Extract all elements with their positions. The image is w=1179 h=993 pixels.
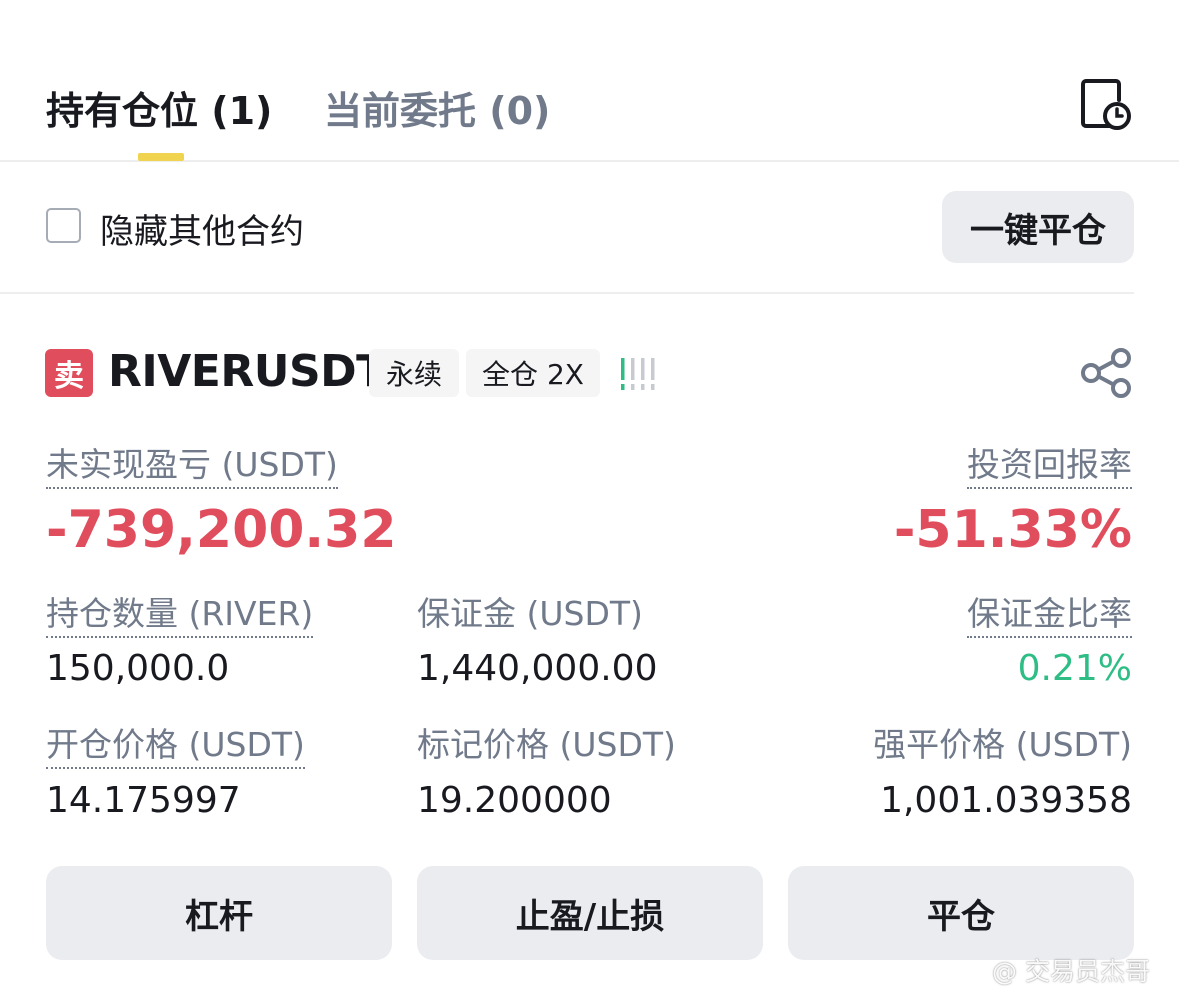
unrealized-pnl-value: -739,200.32 [46,500,397,560]
contract-symbol[interactable]: RIVERUSDT [108,346,386,397]
tab-positions[interactable]: 持有仓位 (1) [46,80,272,135]
position-size-label[interactable]: 持仓数量 (RIVER) [46,595,314,639]
roe-value: -51.33% [893,500,1132,560]
mark-price-label: 标记价格 (USDT) [417,725,676,764]
active-tab-indicator [138,153,184,161]
filter-row: 隐藏其他合约 一键平仓 [0,162,1179,294]
hide-other-contracts-checkbox[interactable] [46,208,81,243]
entry-price-label[interactable]: 开仓价格 (USDT) [46,726,305,770]
liquidation-price-label: 强平价格 (USDT) [873,725,1132,764]
margin-value: 1,440,000.00 [417,648,658,689]
tab-open-orders[interactable]: 当前委托 (0) [324,80,550,135]
margin-ratio-label[interactable]: 保证金比率 [967,595,1132,639]
tpsl-button[interactable]: 止盈/止损 [417,866,763,960]
margin-label: 保证金 (USDT) [417,594,643,633]
margin-mode-tag[interactable]: 全仓 2X [466,349,600,397]
leverage-button[interactable]: 杠杆 [46,866,392,960]
order-history-icon[interactable] [1080,78,1132,132]
close-all-button[interactable]: 一键平仓 [942,191,1134,263]
unrealized-pnl-label[interactable]: 未实现盈亏 (USDT) [46,446,338,490]
roe-label[interactable]: 投资回报率 [967,446,1132,490]
liquidation-price-value: 1,001.039358 [880,780,1132,821]
margin-ratio-value: 0.21% [1017,648,1132,689]
watermark: @ 交易员杰哥 [992,957,1150,986]
entry-price-value: 14.175997 [46,780,241,821]
signal-bars-icon [620,356,660,392]
contract-type-tag: 永续 [369,349,459,397]
share-icon[interactable] [1080,348,1132,398]
divider [0,292,1134,294]
mark-price-value: 19.200000 [417,780,612,821]
sell-side-badge: 卖 [45,349,93,397]
hide-other-contracts-label[interactable]: 隐藏其他合约 [100,204,304,253]
close-position-button[interactable]: 平仓 [788,866,1134,960]
position-tabs: 持有仓位 (1) 当前委托 (0) [0,0,1179,162]
position-size-value: 150,000.0 [46,648,230,689]
